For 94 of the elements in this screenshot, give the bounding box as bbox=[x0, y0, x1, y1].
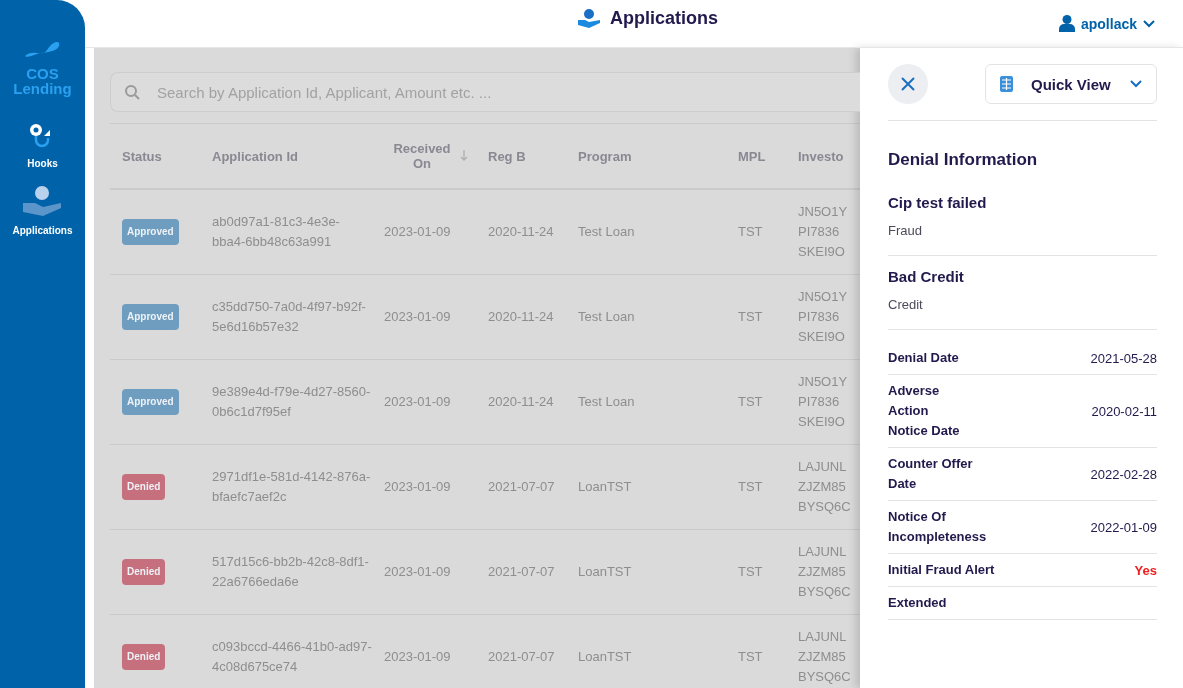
investor-code: SKEI9O bbox=[798, 328, 846, 346]
received-date: 2023-01-09 bbox=[372, 359, 476, 445]
field-value: 2022-02-28 bbox=[1090, 466, 1157, 482]
caret-icon bbox=[1130, 80, 1142, 88]
status-badge: Approved bbox=[122, 304, 179, 330]
program-name: LoanTST bbox=[566, 614, 726, 688]
reg-b-date: 2020-11-24 bbox=[476, 274, 566, 360]
column-header[interactable]: Investo bbox=[798, 148, 844, 164]
application-id: c35dd750-7a0d-4f97-b92f-5e6d16b57e32 bbox=[200, 274, 372, 360]
field-value: Yes bbox=[1134, 562, 1157, 578]
status-badge: Approved bbox=[122, 219, 179, 245]
hand-icon bbox=[21, 185, 64, 217]
person-icon bbox=[578, 8, 600, 29]
page-title: Applications bbox=[610, 8, 718, 29]
investor-code: LAJUNL bbox=[798, 458, 848, 476]
application-id: 517d15c6-bb2b-42c8-8df1-22a6766eda6e bbox=[200, 529, 372, 615]
mpl-code: TST bbox=[726, 274, 792, 360]
application-id: 2971df1e-581d-4142-876a-bfaefc7aef2c bbox=[200, 444, 372, 530]
investor-code: BYSQ6C bbox=[798, 668, 852, 686]
investor-code: JN5O1Y bbox=[798, 373, 849, 391]
received-date: 2023-01-09 bbox=[372, 529, 476, 615]
quick-view-dropdown[interactable]: Quick View bbox=[985, 64, 1157, 104]
investor-code: PI7836 bbox=[798, 393, 841, 411]
mpl-code: TST bbox=[726, 189, 792, 275]
received-date: 2023-01-09 bbox=[372, 274, 476, 360]
column-header[interactable]: Reg B bbox=[488, 148, 526, 164]
reg-b-date: 2020-11-24 bbox=[476, 189, 566, 275]
application-id: ab0d97a1-81c3-4e3e-bba4-6bb48c63a991 bbox=[200, 189, 372, 275]
received-date: 2023-01-09 bbox=[372, 189, 476, 275]
program-name: LoanTST bbox=[566, 529, 726, 615]
investor-code: JN5O1Y bbox=[798, 288, 849, 306]
status-badge: Denied bbox=[122, 474, 166, 500]
close-icon bbox=[900, 76, 916, 92]
investor-code: BYSQ6C bbox=[798, 498, 852, 516]
reason-detail: Credit bbox=[888, 297, 924, 312]
grid-icon bbox=[1000, 76, 1013, 92]
mpl-code: TST bbox=[726, 359, 792, 445]
program-name: LoanTST bbox=[566, 444, 726, 530]
received-date: 2023-01-09 bbox=[372, 614, 476, 688]
application-id: c093bccd-4466-41b0-ad97-4c08d675ce74 bbox=[200, 614, 372, 688]
search-field[interactable]: Search by Application Id, Applicant, Amount etc. ... bbox=[110, 72, 860, 112]
reason-title: Bad Credit bbox=[888, 268, 965, 285]
user-icon bbox=[1058, 15, 1075, 32]
mpl-code: TST bbox=[726, 529, 792, 615]
reg-b-date: 2021-07-07 bbox=[476, 444, 566, 530]
reason-title: Cip test failed bbox=[888, 194, 988, 211]
column-header[interactable]: Program bbox=[578, 148, 632, 164]
caret-icon bbox=[1143, 19, 1155, 28]
application-id: 9e389e4d-f79e-4d27-8560-0b6c1d7f95ef bbox=[200, 359, 372, 445]
mpl-code: TST bbox=[726, 444, 792, 530]
column-header[interactable]: Received On bbox=[392, 141, 452, 171]
brand-name: COS Lending bbox=[12, 66, 73, 96]
nav-item[interactable]: Applications bbox=[12, 185, 73, 236]
search-icon bbox=[124, 84, 140, 100]
column-header[interactable]: Status bbox=[122, 148, 162, 164]
investor-code: SKEI9O bbox=[798, 243, 846, 261]
field-label: Initial Fraud Alert bbox=[888, 561, 996, 579]
sort-arrow-icon bbox=[460, 150, 468, 162]
reason-detail: Fraud bbox=[888, 223, 923, 238]
program-name: Test Loan bbox=[566, 189, 726, 275]
received-date: 2023-01-09 bbox=[372, 444, 476, 530]
investor-code: ZJZM85 bbox=[798, 563, 847, 581]
user-menu[interactable]: apollack bbox=[1052, 14, 1161, 33]
field-label: Counter Offer Date bbox=[888, 455, 974, 493]
panel-heading: Denial Information bbox=[888, 150, 1039, 170]
investor-code: PI7836 bbox=[798, 223, 841, 241]
investor-code: JN5O1Y bbox=[798, 203, 849, 221]
status-badge: Denied bbox=[122, 644, 166, 670]
field-value: 2022-01-09 bbox=[1090, 519, 1157, 535]
program-name: Test Loan bbox=[566, 359, 726, 445]
investor-code: LAJUNL bbox=[798, 628, 848, 646]
field-value: 2020-02-11 bbox=[1091, 403, 1157, 419]
mpl-code: TST bbox=[726, 614, 792, 688]
field-value: 2021-05-28 bbox=[1090, 350, 1157, 366]
field-label: Denial Date bbox=[888, 349, 960, 367]
status-badge: Denied bbox=[122, 559, 166, 585]
investor-code: LAJUNL bbox=[798, 543, 848, 561]
field-label: Extended bbox=[888, 594, 948, 612]
field-label: Adverse Action Notice Date bbox=[888, 382, 961, 440]
close-button[interactable] bbox=[888, 64, 928, 104]
column-header[interactable]: Application Id bbox=[212, 148, 298, 164]
column-header[interactable]: MPL bbox=[738, 148, 766, 164]
nav-item[interactable]: Hooks bbox=[27, 122, 58, 169]
investor-code: PI7836 bbox=[798, 308, 841, 326]
investor-code: BYSQ6C bbox=[798, 583, 852, 601]
reg-b-date: 2021-07-07 bbox=[476, 614, 566, 688]
investor-code: ZJZM85 bbox=[798, 478, 847, 496]
program-name: Test Loan bbox=[566, 274, 726, 360]
investor-code: SKEI9O bbox=[798, 413, 846, 431]
investor-code: ZJZM85 bbox=[798, 648, 847, 666]
reg-b-date: 2021-07-07 bbox=[476, 529, 566, 615]
status-badge: Approved bbox=[122, 389, 179, 415]
reg-b-date: 2020-11-24 bbox=[476, 359, 566, 445]
field-label: Notice Of Incompleteness bbox=[888, 508, 988, 546]
